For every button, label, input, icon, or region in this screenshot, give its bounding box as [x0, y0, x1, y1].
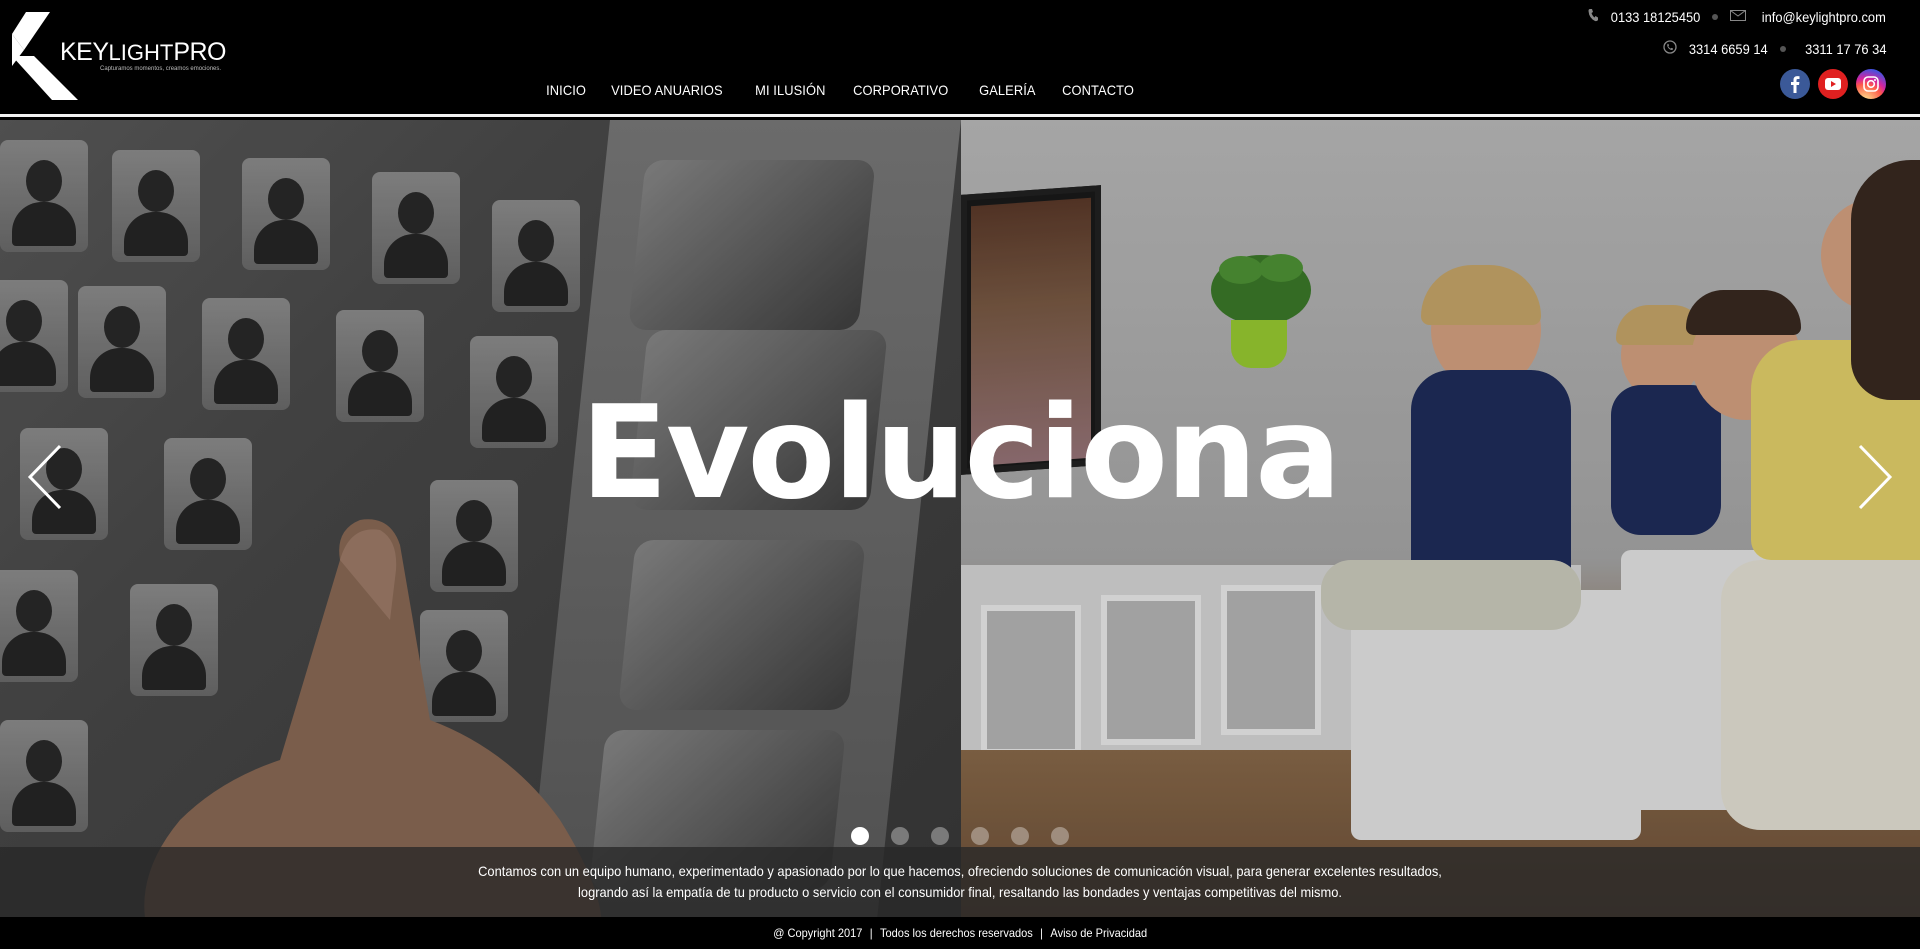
contact-row-top: 0133 18125450 info@keylightpro.com [1588, 8, 1886, 25]
nav-item-galeria[interactable]: GALERÍA [969, 82, 1046, 98]
nav-item-inicio[interactable]: INICIO [536, 82, 596, 98]
logo-wordmark: KEYLIGHTPRO [60, 38, 227, 67]
chevron-left-icon [27, 444, 62, 510]
privacy-link[interactable]: Aviso de Privacidad [1050, 926, 1147, 940]
contact-separator [1779, 45, 1786, 52]
site-header: KEYLIGHTPRO Capturamos momentos, creamos… [0, 0, 1920, 117]
phone-icon [1588, 8, 1598, 25]
whatsapp-number-1[interactable]: 3314 6659 14 [1689, 41, 1768, 57]
hero-slider: Evoluciona Contamos con un equipo humano… [0, 120, 1920, 917]
slider-dot-4[interactable] [971, 827, 989, 845]
social-links [1780, 69, 1886, 99]
chevron-right-icon [1858, 444, 1893, 510]
phone-number[interactable]: 0133 18125450 [1611, 9, 1701, 25]
contact-separator [1712, 13, 1719, 20]
slider-dot-6[interactable] [1051, 827, 1069, 845]
slider-prev-button[interactable] [24, 442, 68, 512]
youtube-icon[interactable] [1818, 69, 1848, 99]
nav-item-mi-ilusion[interactable]: MI ILUSIÓN [745, 82, 836, 98]
hero-headline: Evoluciona [580, 379, 1342, 528]
hero-description: Contamos con un equipo humano, experimen… [0, 861, 1920, 903]
slider-dot-2[interactable] [891, 827, 909, 845]
instagram-icon[interactable] [1856, 69, 1886, 99]
facebook-icon[interactable] [1780, 69, 1810, 99]
logo-tagline: Capturamos momentos, creamos emociones. [100, 66, 222, 72]
slider-dot-3[interactable] [931, 827, 949, 845]
hero-description-line-2: logrando así la empatía de tu producto o… [578, 884, 1342, 900]
logo-pro: PRO [173, 38, 227, 66]
hero-description-band: Contamos con un equipo humano, experimen… [0, 847, 1920, 917]
footer-separator: | [1039, 926, 1043, 940]
logo-light: LIGHT [108, 40, 174, 65]
logo-key: KEY [60, 38, 109, 66]
email-link[interactable]: info@keylightpro.com [1762, 9, 1886, 25]
footer-links: @ Copyright 2017 | Todos los derechos re… [773, 926, 1147, 940]
slider-dot-5[interactable] [1011, 827, 1029, 845]
slider-pagination [851, 827, 1069, 845]
footer-copyright: @ Copyright 2017 [773, 926, 863, 940]
mail-icon [1730, 9, 1747, 24]
hero-description-line-1: Contamos con un equipo humano, experimen… [478, 863, 1442, 879]
slider-dot-1[interactable] [851, 827, 869, 845]
nav-item-corporativo[interactable]: CORPORATIVO [843, 82, 958, 98]
footer-rights: Todos los derechos reservados [879, 926, 1033, 940]
logo[interactable]: KEYLIGHTPRO Capturamos momentos, creamos… [12, 12, 227, 100]
site-footer: @ Copyright 2017 | Todos los derechos re… [0, 917, 1920, 949]
nav-item-video-anuarios[interactable]: VIDEO ANUARIOS [601, 82, 733, 98]
contact-row-whatsapp: 3314 6659 14 3311 17 76 34 [1663, 40, 1886, 57]
whatsapp-icon [1663, 40, 1677, 57]
nav-item-contacto[interactable]: CONTACTO [1052, 82, 1144, 98]
slider-next-button[interactable] [1852, 442, 1896, 512]
footer-separator: | [869, 926, 873, 940]
whatsapp-number-2[interactable]: 3311 17 76 34 [1805, 41, 1886, 57]
main-nav: INICIO VIDEO ANUARIOS MI ILUSIÓN CORPORA… [536, 82, 1152, 98]
